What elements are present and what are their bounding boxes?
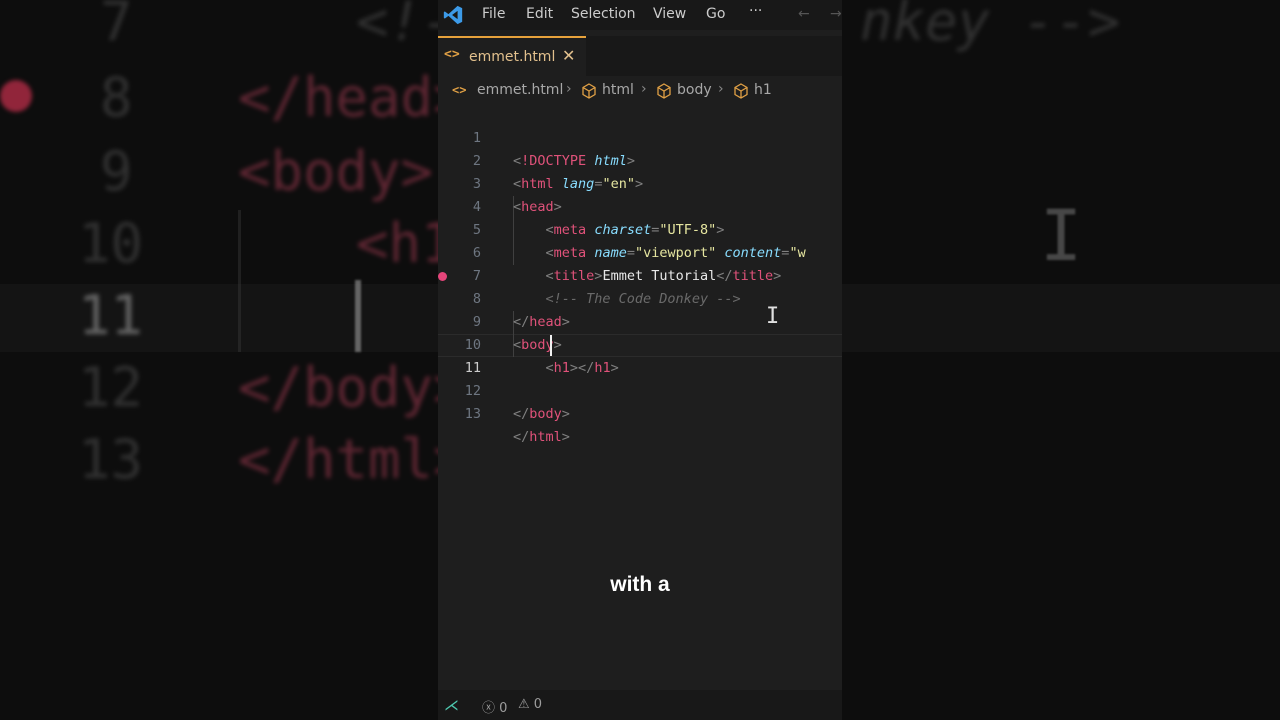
warning-count: 0 (533, 697, 543, 712)
token: html (529, 429, 562, 445)
chevron-right-icon: › (566, 81, 572, 97)
menu-more-icon[interactable]: ··· (749, 3, 762, 19)
code-line: 4 <meta charset="UTF-8"> (438, 173, 842, 238)
html-file-icon: <> (444, 47, 460, 62)
errors-indicator[interactable]: ⓧ 0 (482, 697, 507, 716)
ibeam-cursor-icon: I (766, 304, 780, 329)
code-line: 12 </body> (438, 357, 842, 422)
code-line: 1 <!DOCTYPE html> (438, 104, 842, 169)
bg-comment: nkey --> (860, 0, 1121, 53)
chevron-right-icon: › (718, 81, 724, 97)
bg-code: </head> (238, 66, 466, 129)
code-line-active: 11 (438, 334, 842, 376)
bg-line-number: 9 (100, 140, 133, 203)
bg-line-number: 12 (78, 356, 144, 419)
bg-line-number: 11 (78, 284, 144, 347)
bg-line-number: 8 (100, 66, 133, 129)
menu-edit[interactable]: Edit (526, 6, 553, 22)
bg-indent-guide (238, 210, 241, 352)
code-line: 5 <meta name="viewport" content="w (438, 196, 842, 261)
code-line: 7 <!-- The Code Donkey --> (438, 242, 842, 307)
code-line: 6 <title>Emmet Tutorial</title> (438, 219, 842, 284)
breadcrumb-item[interactable]: html (602, 82, 634, 98)
chevron-right-icon: › (641, 81, 647, 97)
title-bar: File Edit Selection View Go ··· ← → (438, 0, 842, 30)
error-count: 0 (499, 701, 508, 716)
breadcrumb-file[interactable]: emmet.html (477, 82, 563, 98)
close-icon[interactable]: ✕ (562, 46, 575, 65)
remote-icon[interactable]: ⋌ (444, 696, 459, 714)
breadcrumb-item[interactable]: body (677, 82, 712, 98)
warnings-indicator[interactable]: ⚠ 0 (518, 697, 542, 712)
menu-selection[interactable]: Selection (571, 6, 636, 22)
bg-line-number: 13 (78, 428, 144, 491)
bg-code: </body> (238, 356, 466, 419)
html-file-icon: <> (452, 83, 467, 97)
bg-breakpoint (0, 80, 32, 112)
element-cube-icon (657, 83, 671, 99)
text-caret (550, 335, 552, 356)
warning-icon: ⚠ (518, 697, 530, 712)
menu-go[interactable]: Go (706, 6, 725, 22)
vscode-editor-window: File Edit Selection View Go ··· ← → <> e… (438, 0, 842, 720)
tab-label: emmet.html (469, 49, 556, 65)
element-cube-icon (582, 83, 596, 99)
bg-line-number: 10 (78, 212, 144, 275)
code-line: 8 </head> (438, 265, 842, 330)
code-line: 9 <body> (438, 288, 842, 353)
bg-ibeam-cursor-icon: I (1040, 195, 1083, 277)
error-icon: ⓧ (482, 701, 496, 716)
token: body (529, 406, 562, 422)
breadcrumb-item[interactable]: h1 (754, 82, 772, 98)
code-line: 13 </html> (438, 380, 842, 445)
vscode-logo-icon (443, 5, 463, 25)
menu-file[interactable]: File (482, 6, 505, 22)
bg-line-number: 7 (100, 0, 133, 53)
nav-back-icon[interactable]: ← (798, 6, 810, 22)
tab-bar: <> emmet.html ✕ (438, 36, 842, 76)
bg-text-caret (355, 280, 361, 352)
nav-forward-icon[interactable]: → (830, 6, 842, 22)
breadcrumb: <> emmet.html › html › body › h1 (438, 80, 842, 102)
code-line: 10 <h1></h1> (438, 311, 842, 376)
code-line: 3 <head> (438, 150, 842, 215)
video-caption: with a (610, 573, 670, 596)
code-line: 2 <html lang="en"> (438, 127, 842, 192)
bg-code: <body> (238, 140, 434, 203)
element-cube-icon (734, 83, 748, 99)
tab-emmet-html[interactable]: <> emmet.html ✕ (438, 36, 586, 76)
menu-view[interactable]: View (653, 6, 686, 22)
status-bar: ⋌ ⓧ 0 ⚠ 0 (438, 690, 842, 720)
line-number: 13 (464, 406, 481, 422)
bg-code: </html> (238, 428, 466, 491)
